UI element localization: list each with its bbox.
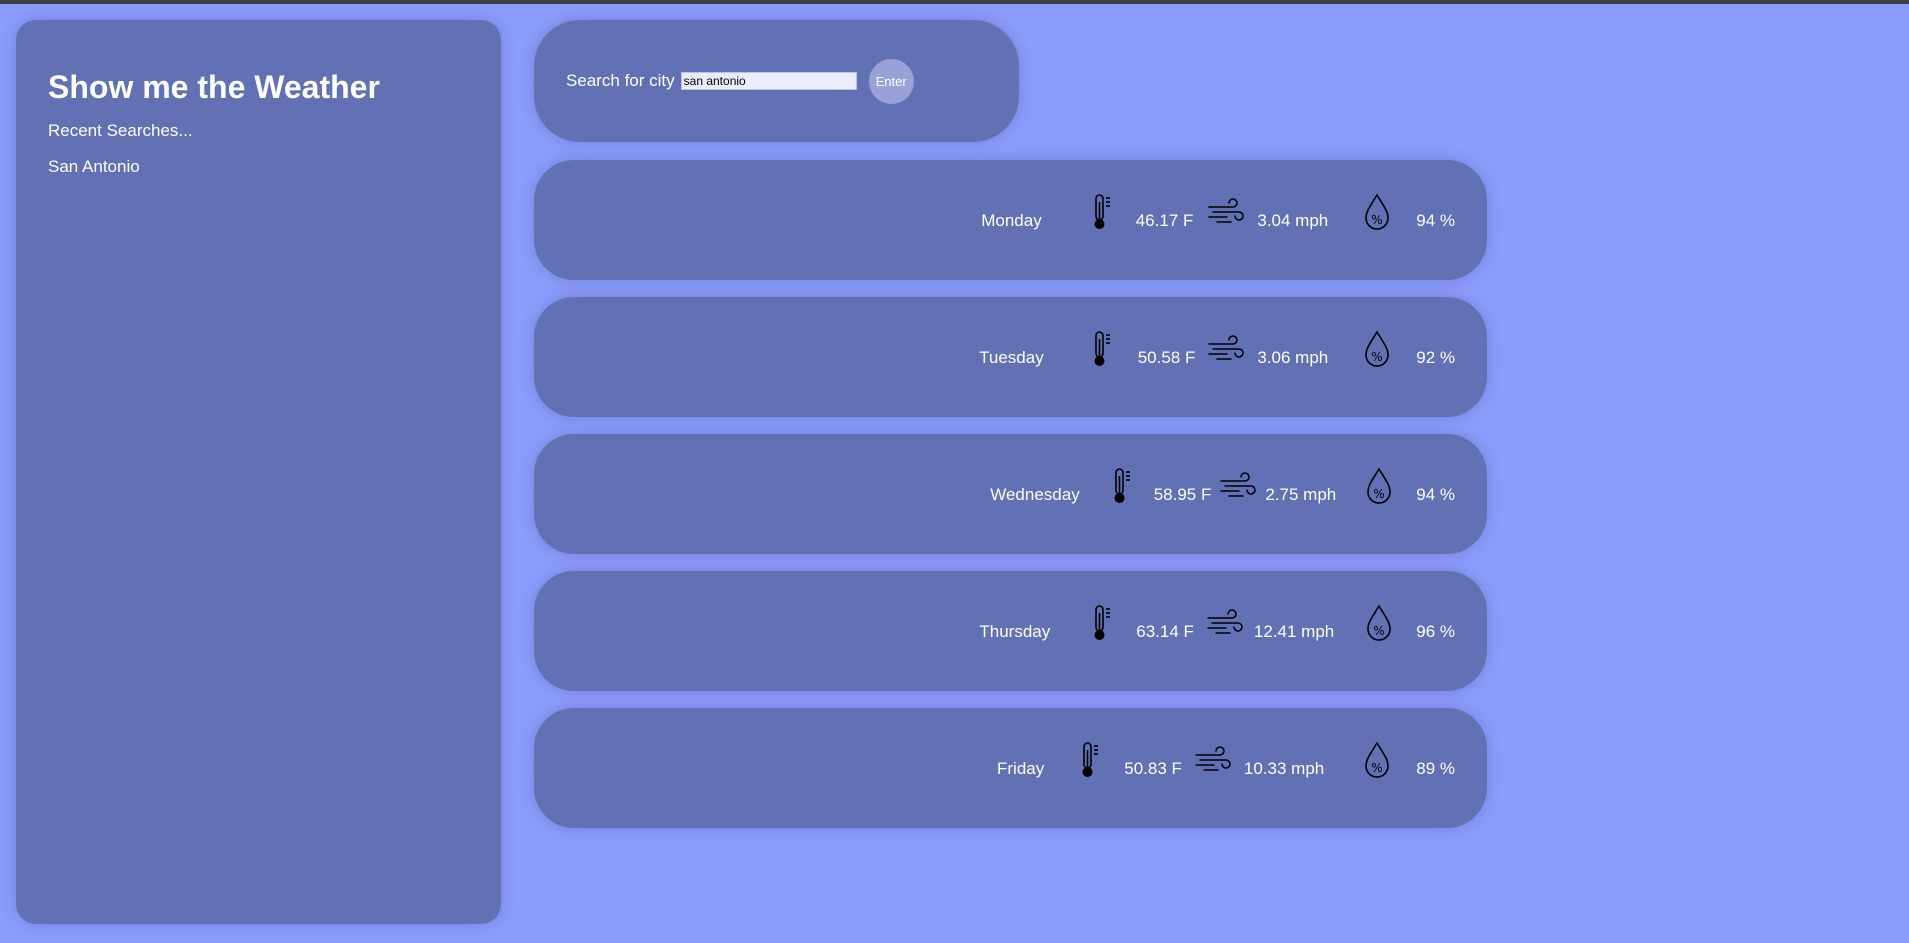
enter-button[interactable]: Enter bbox=[868, 58, 914, 104]
svg-text:%: % bbox=[1374, 624, 1385, 638]
svg-text:%: % bbox=[1374, 487, 1385, 501]
day-name: Thursday bbox=[979, 622, 1051, 641]
thermometer-icon bbox=[1086, 604, 1120, 642]
recent-search-item[interactable]: San Antonio bbox=[48, 157, 469, 177]
humidity-drop-icon: % bbox=[1362, 467, 1396, 505]
thermometer-icon bbox=[1086, 330, 1120, 368]
temperature-value: 50.83 F bbox=[1124, 759, 1182, 778]
humidity-drop-icon: % bbox=[1360, 193, 1394, 231]
day-name: Tuesday bbox=[979, 348, 1044, 367]
thermometer-icon bbox=[1086, 193, 1120, 231]
forecast-row: Wednesday 58.95 F 2.75 mph % 94 % bbox=[990, 466, 1455, 506]
wind-icon bbox=[1207, 193, 1245, 231]
humidity-drop-icon: % bbox=[1360, 741, 1394, 779]
wind-icon bbox=[1206, 604, 1244, 642]
wind-speed-value: 2.75 mph bbox=[1265, 485, 1337, 504]
svg-text:%: % bbox=[1372, 761, 1383, 775]
forecast-card-monday: Monday 46.17 F 3.04 mph % 94 % bbox=[534, 160, 1487, 280]
temperature-value: 58.95 F bbox=[1153, 485, 1212, 504]
day-name: Wednesday bbox=[990, 485, 1080, 504]
forecast-card-friday: Friday 50.83 F 10.33 mph % 89 % bbox=[534, 708, 1487, 828]
svg-text:%: % bbox=[1372, 350, 1383, 364]
forecast-row: Friday 50.83 F 10.33 mph % 89 % bbox=[997, 740, 1455, 780]
thermometer-icon bbox=[1106, 467, 1140, 505]
search-label: Search for city bbox=[566, 71, 675, 90]
wind-icon bbox=[1219, 467, 1257, 505]
recent-searches-label: Recent Searches... bbox=[48, 121, 193, 141]
city-search-input[interactable] bbox=[680, 72, 857, 90]
app-title: Show me the Weather bbox=[48, 69, 380, 105]
wind-speed-value: 3.06 mph bbox=[1257, 348, 1329, 367]
temperature-value: 63.14 F bbox=[1136, 622, 1194, 641]
sidebar: Show me the Weather Recent Searches... S… bbox=[16, 20, 501, 924]
humidity-value: 92 % bbox=[1416, 348, 1455, 367]
forecast-card-wednesday: Wednesday 58.95 F 2.75 mph % 94 % bbox=[534, 434, 1487, 554]
forecast-row: Monday 46.17 F 3.04 mph % 94 % bbox=[981, 192, 1455, 232]
wind-icon bbox=[1194, 741, 1232, 779]
temperature-value: 46.17 F bbox=[1135, 211, 1194, 230]
day-name: Monday bbox=[981, 211, 1042, 230]
wind-speed-value: 3.04 mph bbox=[1257, 211, 1329, 230]
forecast-row: Thursday 63.14 F 12.41 mph % 96 % bbox=[979, 603, 1455, 643]
humidity-drop-icon: % bbox=[1362, 604, 1396, 642]
day-name: Friday bbox=[997, 759, 1045, 778]
wind-speed-value: 10.33 mph bbox=[1243, 759, 1325, 778]
humidity-value: 89 % bbox=[1416, 759, 1455, 778]
search-card: Search for city Enter bbox=[534, 20, 1019, 142]
forecast-card-tuesday: Tuesday 50.58 F 3.06 mph % 92 % bbox=[534, 297, 1487, 417]
temperature-value: 50.58 F bbox=[1137, 348, 1196, 367]
svg-text:%: % bbox=[1372, 213, 1383, 227]
forecast-card-thursday: Thursday 63.14 F 12.41 mph % 96 % bbox=[534, 571, 1487, 691]
humidity-value: 94 % bbox=[1416, 485, 1455, 504]
humidity-value: 94 % bbox=[1416, 211, 1455, 230]
recent-searches-list: San Antonio bbox=[48, 157, 469, 177]
thermometer-icon bbox=[1074, 741, 1108, 779]
forecast-row: Tuesday 50.58 F 3.06 mph % 92 % bbox=[979, 329, 1455, 369]
wind-icon bbox=[1207, 330, 1245, 368]
browser-top-edge bbox=[0, 0, 1909, 4]
humidity-drop-icon: % bbox=[1360, 330, 1394, 368]
wind-speed-value: 12.41 mph bbox=[1253, 622, 1335, 641]
humidity-value: 96 % bbox=[1416, 622, 1455, 641]
